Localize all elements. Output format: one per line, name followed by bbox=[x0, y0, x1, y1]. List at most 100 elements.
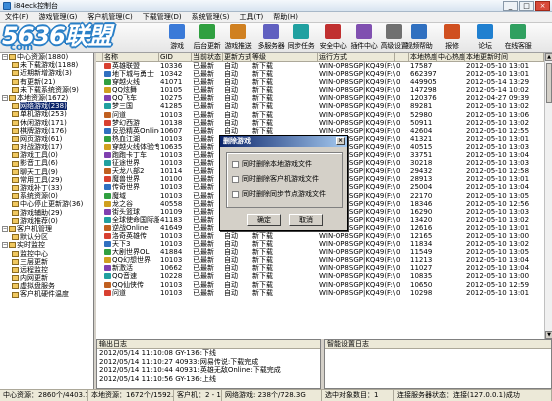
toolbar-button-sync[interactable]: 同步任务 bbox=[284, 24, 318, 52]
tree-item[interactable]: 有更新(21) bbox=[0, 78, 93, 86]
tree-item[interactable]: 休闲游戏(171) bbox=[0, 119, 93, 127]
scroll-thumb[interactable] bbox=[546, 63, 552, 103]
scroll-down-icon[interactable]: ▼ bbox=[545, 331, 552, 339]
table-row[interactable]: 天下310103 已最新 自动 新下载 WIN-0P8SGP|KQ49(F:\>Z0 11… bbox=[96, 240, 544, 248]
table-row[interactable]: 新激活10662 已最新 自动 新下载 WIN-0P8SGP|KQ49(F:\>Z0 11… bbox=[96, 264, 544, 272]
toolbar-button-shield[interactable]: 安全中心 bbox=[316, 24, 350, 52]
minimize-button[interactable]: _ bbox=[503, 1, 518, 11]
delete-client-checkbox[interactable]: 同时删除客户机游戏文件 bbox=[232, 174, 319, 184]
table-row[interactable]: 穿越火线41071 已最新 自动 新下载 WIN-0P8SGP|KQ49(F:\>Z04… bbox=[96, 78, 544, 86]
menu-tools[interactable]: 工具(T) bbox=[235, 12, 269, 22]
expand-icon[interactable]: − bbox=[2, 242, 8, 249]
tree-item[interactable]: 近期新增游戏(3) bbox=[0, 69, 93, 77]
tree-item[interactable]: − 客户机管理 bbox=[0, 225, 93, 233]
toolbar-button-forum[interactable]: 论坛 bbox=[468, 24, 502, 52]
table-row[interactable]: QQ飞车10275 已最新 自动 新下载 WIN-0P8SGP|KQ49(F:\>Z01… bbox=[96, 94, 544, 102]
expand-icon[interactable]: − bbox=[2, 226, 8, 233]
toolbar-button-game[interactable]: 游戏 bbox=[160, 24, 194, 52]
column-header[interactable]: 当前状态 bbox=[192, 53, 223, 61]
menu-system[interactable]: 系统管理(S) bbox=[187, 12, 235, 22]
video-icon bbox=[411, 24, 427, 39]
table-row[interactable]: 洛奇英雄传10103 已最新 自动 新下载 WIN-0P8SGP|KQ49(F:\>Z0… bbox=[96, 232, 544, 240]
menu-download[interactable]: 下载管理(D) bbox=[138, 12, 187, 22]
toolbar-button-refresh[interactable]: 后台更新 bbox=[190, 24, 224, 52]
table-cell: 0 bbox=[396, 134, 401, 143]
tree-item[interactable]: 聊天工具(9) bbox=[0, 168, 93, 176]
table-row[interactable]: 大剧世界OL41884 已最新 自动 新下载 WIN-0P8SGP|KQ49(F:\>Z… bbox=[96, 248, 544, 256]
table-row[interactable]: 梦三国41285 已最新 自动 新下载 WIN-0P8SGP|KQ49(F:\>Z0 89… bbox=[96, 102, 544, 110]
column-header[interactable]: 名称 bbox=[103, 53, 159, 61]
table-cell: QQ幻想世界 bbox=[103, 256, 159, 264]
tree-item[interactable]: − 本地资源(1672) bbox=[0, 94, 93, 102]
table-row[interactable]: 英雄联盟10336 已最新 自动 新下载 WIN-0P8SGP|KQ49(F:\>Z0 1… bbox=[96, 62, 544, 70]
tree-item[interactable]: 监控中心 bbox=[0, 250, 93, 258]
checkbox-icon[interactable] bbox=[232, 175, 239, 183]
tree-item[interactable]: 未下载系统资源(9) bbox=[0, 86, 93, 94]
delete-local-checkbox[interactable]: 同时删除本地游戏文件 bbox=[232, 159, 312, 169]
column-header[interactable]: 更新方式 bbox=[223, 53, 251, 61]
toolbar-button-plugin[interactable]: 插件中心 bbox=[347, 24, 381, 52]
maximize-button[interactable]: □ bbox=[519, 1, 534, 11]
ok-button[interactable]: 确定 bbox=[247, 214, 281, 226]
folder-icon bbox=[12, 283, 19, 290]
table-row[interactable]: QQ音速10228 已最新 自动 新下载 WIN-0P8SGP|KQ49(F:\>Z01… bbox=[96, 272, 544, 280]
checkbox-icon[interactable] bbox=[232, 160, 239, 168]
tree-item[interactable]: 中心停止更新游(36) bbox=[0, 200, 93, 208]
delete-sync-checkbox[interactable]: 同时删除同步节点游戏文件 bbox=[232, 189, 326, 199]
table-scrollbar[interactable]: ▲ ▼ bbox=[544, 53, 552, 339]
tree-item[interactable]: − 中心资源(1880) bbox=[0, 53, 93, 61]
column-header[interactable]: 等级 bbox=[251, 53, 318, 61]
tree-item[interactable]: 单机游戏(253) bbox=[0, 110, 93, 118]
table-cell bbox=[437, 256, 465, 264]
table-row[interactable]: 反恐精英Online 10607 已最新 自动 新下载 WIN-0P8SGP|KQ49(F… bbox=[96, 127, 544, 135]
table-cell: 自动 bbox=[224, 240, 238, 249]
table-cell: 2012-05-10 13:00 bbox=[466, 231, 530, 240]
column-header[interactable]: 本地更新时间 bbox=[465, 53, 544, 61]
cancel-button[interactable]: 取消 bbox=[289, 214, 323, 226]
tree-item[interactable]: 影音工具(6) bbox=[0, 159, 93, 167]
expand-icon[interactable]: − bbox=[2, 95, 8, 102]
column-header[interactable] bbox=[395, 53, 409, 61]
table-row[interactable]: QQ仙侠传10103 已最新 自动 新下载 WIN-0P8SGP|KQ49(F:\>Z0… bbox=[96, 281, 544, 289]
table-row[interactable]: 问道10103 已最新 自动 新下载 WIN-0P8SGP|KQ49(F:\>Z0 102… bbox=[96, 289, 544, 297]
folder-icon bbox=[12, 291, 19, 298]
tree-item[interactable]: 客户机硬件温度 bbox=[0, 290, 93, 298]
folder-icon bbox=[9, 226, 16, 233]
table-cell: 自动 bbox=[224, 118, 238, 127]
menu-help[interactable]: 帮助(H) bbox=[268, 12, 303, 22]
tree-item[interactable]: 游戏推荐(0) bbox=[0, 217, 93, 225]
toolbar-button-repair[interactable]: 报修 bbox=[435, 24, 469, 52]
tree-item[interactable]: 远程监控 bbox=[0, 266, 93, 274]
column-header[interactable] bbox=[96, 53, 103, 61]
tree-item[interactable]: 常用工具(29) bbox=[0, 176, 93, 184]
toolbar-button-video[interactable]: 视频帮助 bbox=[402, 24, 436, 52]
checkbox-icon[interactable] bbox=[232, 190, 239, 198]
expand-icon[interactable]: − bbox=[2, 54, 8, 61]
column-header[interactable]: 本地热度 bbox=[409, 53, 437, 61]
table-row[interactable]: QQ幻想世界10103 已最新 自动 新下载 WIN-0P8SGP|KQ49(F:\>Z… bbox=[96, 256, 544, 264]
tree-bottom-panel bbox=[0, 339, 94, 389]
table-row[interactable]: 问道10103 已最新 自动 新下载 WIN-0P8SGP|KQ49(F:\>Z0 529… bbox=[96, 111, 544, 119]
scroll-up-icon[interactable]: ▲ bbox=[545, 53, 552, 61]
table-row[interactable]: 地下城与勇士10342 已最新 自动 新下载 WIN-0P8SGP|KQ49(F:\>Z… bbox=[96, 70, 544, 78]
table-row[interactable]: 梦幻西游10138 已最新 自动 新下载 WIN-0P8SGP|KQ49(F:\>Z05… bbox=[96, 119, 544, 127]
dialog-close-icon[interactable]: × bbox=[336, 137, 345, 145]
column-header[interactable]: 中心热度 bbox=[437, 53, 465, 61]
toolbar-button-servers[interactable]: 多服务器 bbox=[254, 24, 288, 52]
column-header[interactable]: GID bbox=[159, 53, 192, 61]
resource-tree[interactable]: − 中心资源(1880) 未下载游戏(1188) 近期新增游戏(3) 有更新(21) 未下… bbox=[0, 53, 94, 339]
close-button[interactable]: × bbox=[535, 1, 550, 11]
tree-item[interactable]: − 实时监控 bbox=[0, 241, 93, 249]
tree-item[interactable]: 游戏补丁(33) bbox=[0, 184, 93, 192]
table-cell: 10275 bbox=[160, 94, 183, 103]
toolbar-button-push[interactable]: 游戏推送 bbox=[221, 24, 255, 52]
tree-item[interactable]: 棋牌游戏(176) bbox=[0, 127, 93, 135]
table-row[interactable]: QQ炫舞10105 已最新 自动 新下载 WIN-0P8SGP|KQ49(F:\>Z01… bbox=[96, 86, 544, 94]
column-header[interactable]: 运行方式 bbox=[318, 53, 395, 61]
tree-item[interactable]: 网页游戏(61) bbox=[0, 135, 93, 143]
toolbar-button-support[interactable]: 在线客服 bbox=[501, 24, 535, 52]
tree-item[interactable]: 三层更新 bbox=[0, 258, 93, 266]
tree-item[interactable]: 游戏辅助(29) bbox=[0, 209, 93, 217]
tree-item[interactable]: 默认分区 bbox=[0, 233, 93, 241]
table-cell: 魔兽世界 bbox=[103, 175, 159, 183]
